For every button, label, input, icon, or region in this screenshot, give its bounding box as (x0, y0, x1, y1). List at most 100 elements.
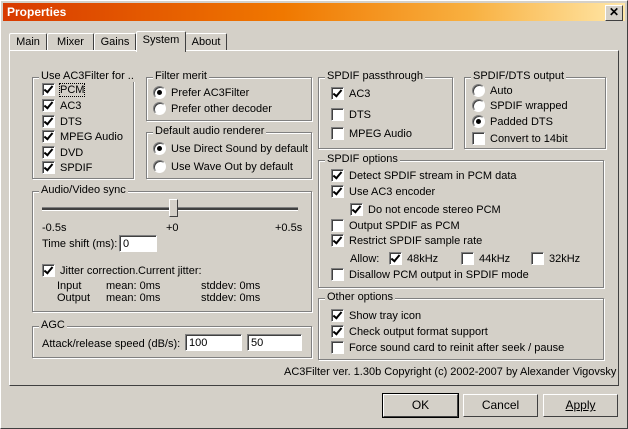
agc-attack-input[interactable]: 100 (185, 334, 242, 351)
check-icon (331, 107, 344, 121)
check-icon (42, 263, 55, 277)
checkbox-jitter-correction[interactable]: Jitter correction. (42, 263, 139, 278)
check-icon (331, 218, 344, 232)
radio-label: Prefer other decoder (171, 103, 272, 115)
checkbox-pass-mpeg[interactable]: MPEG Audio (331, 126, 412, 141)
check-icon (389, 251, 402, 265)
checkbox-restrict-rate[interactable]: Restrict SPDIF sample rate (331, 233, 482, 248)
checkbox-disallow-pcm[interactable]: Disallow PCM output in SPDIF mode (331, 267, 529, 282)
check-icon (42, 82, 55, 96)
checkbox-output-spdif-pcm[interactable]: Output SPDIF as PCM (331, 218, 460, 233)
ok-button[interactable]: OK (382, 393, 459, 418)
checkbox-label: AC3 (60, 100, 82, 112)
radio-label: SPDIF wrapped (490, 100, 568, 112)
checkbox-label: Output SPDIF as PCM (349, 220, 460, 232)
radio-label: Use Wave Out by default (171, 161, 293, 173)
radio-icon (472, 83, 485, 97)
checkbox-dts[interactable]: DTS (42, 114, 82, 129)
radio-prefer-other-decoder[interactable]: Prefer other decoder (153, 101, 272, 116)
check-icon (531, 251, 544, 265)
checkbox-label: SPDIF (60, 162, 93, 174)
group-legend: AGC (39, 319, 67, 331)
checkbox-label: DVD (60, 147, 84, 159)
group-legend: Default audio renderer (153, 125, 267, 137)
allow-label: Allow: (350, 253, 380, 265)
checkbox-mpeg-audio[interactable]: MPEG Audio (42, 129, 123, 144)
radio-direct-sound[interactable]: Use Direct Sound by default (153, 141, 308, 156)
check-icon (42, 114, 55, 128)
check-icon (42, 145, 55, 159)
checkbox-pass-dts[interactable]: DTS (331, 107, 371, 122)
agc-speed-label: Attack/release speed (dB/s): (42, 338, 181, 350)
checkbox-label: MPEG Audio (349, 128, 412, 140)
checkbox-32khz[interactable]: 32kHz (531, 251, 581, 266)
checkbox-44khz[interactable]: 44kHz (461, 251, 511, 266)
check-icon (472, 131, 485, 145)
check-icon (350, 202, 363, 216)
group-legend: SPDIF options (325, 153, 400, 165)
radio-padded-dts[interactable]: Padded DTS (472, 114, 553, 129)
checkbox-label: Show tray icon (349, 310, 422, 322)
check-icon (42, 98, 55, 112)
jitter-output-mean: mean: 0ms (106, 292, 161, 304)
check-icon (331, 324, 344, 338)
group-legend: SPDIF/DTS output (471, 70, 567, 82)
checkbox-show-tray-icon[interactable]: Show tray icon (331, 308, 422, 323)
checkbox-convert-14bit[interactable]: Convert to 14bit (472, 131, 568, 146)
checkbox-48khz[interactable]: 48kHz (389, 251, 438, 266)
group-legend: Filter merit (153, 70, 209, 82)
checkbox-label: DTS (60, 116, 82, 128)
group-legend: Other options (325, 291, 396, 303)
checkbox-label: AC3 (349, 88, 371, 100)
checkbox-label: 32kHz (549, 253, 581, 265)
apply-button[interactable]: Apply (543, 394, 618, 417)
radio-dts-auto[interactable]: Auto (472, 83, 513, 98)
checkbox-label: Do not encode stereo PCM (368, 204, 501, 216)
agc-release-input[interactable]: 50 (247, 334, 302, 351)
radio-icon (153, 159, 166, 173)
check-icon (331, 267, 344, 281)
checkbox-ac3[interactable]: AC3 (42, 98, 82, 113)
slider-max-label: +0.5s (275, 222, 303, 234)
radio-icon (472, 114, 485, 128)
check-icon (331, 233, 344, 247)
checkbox-label: Convert to 14bit (490, 133, 568, 145)
radio-icon (153, 141, 166, 155)
time-shift-label: Time shift (ms): (42, 238, 118, 250)
checkbox-label: PCM (58, 83, 86, 97)
checkbox-use-ac3-encoder[interactable]: Use AC3 encoder (331, 184, 436, 199)
checkbox-dvd[interactable]: DVD (42, 145, 84, 160)
checkbox-detect-spdif[interactable]: Detect SPDIF stream in PCM data (331, 168, 517, 183)
checkbox-force-reinit[interactable]: Force sound card to reinit after seek / … (331, 340, 565, 355)
check-icon (331, 86, 344, 100)
jitter-output-stddev: stddev: 0ms (201, 292, 261, 304)
checkbox-no-stereo-pcm[interactable]: Do not encode stereo PCM (350, 202, 501, 217)
checkbox-check-output-format[interactable]: Check output format support (331, 324, 488, 339)
checkbox-label: 44kHz (479, 253, 511, 265)
check-icon (42, 160, 55, 174)
checkbox-pass-ac3[interactable]: AC3 (331, 86, 371, 101)
checkbox-label: Force sound card to reinit after seek / … (349, 342, 565, 354)
check-icon (331, 126, 344, 140)
copyright-text: AC3Filter ver. 1.30b Copyright (c) 2002-… (284, 366, 617, 378)
slider-mid-label: +0 (166, 222, 179, 234)
radio-label: Padded DTS (490, 116, 553, 128)
radio-icon (472, 98, 485, 112)
check-icon (331, 340, 344, 354)
check-icon (331, 184, 344, 198)
cancel-button[interactable]: Cancel (463, 394, 538, 417)
time-shift-input[interactable]: 0 (119, 235, 157, 252)
checkbox-label: Use AC3 encoder (349, 186, 436, 198)
check-icon (331, 308, 344, 322)
sync-slider-thumb[interactable] (169, 199, 178, 217)
checkbox-pcm[interactable]: PCM (42, 82, 86, 97)
radio-label: Prefer AC3Filter (171, 87, 250, 99)
radio-label: Auto (490, 85, 513, 97)
radio-wave-out[interactable]: Use Wave Out by default (153, 159, 293, 174)
radio-prefer-ac3filter[interactable]: Prefer AC3Filter (153, 85, 250, 100)
group-legend: SPDIF passthrough (325, 70, 425, 82)
checkbox-label: Jitter correction. (60, 265, 139, 277)
check-icon (42, 129, 55, 143)
checkbox-spdif[interactable]: SPDIF (42, 160, 93, 175)
radio-spdif-wrapped[interactable]: SPDIF wrapped (472, 98, 568, 113)
